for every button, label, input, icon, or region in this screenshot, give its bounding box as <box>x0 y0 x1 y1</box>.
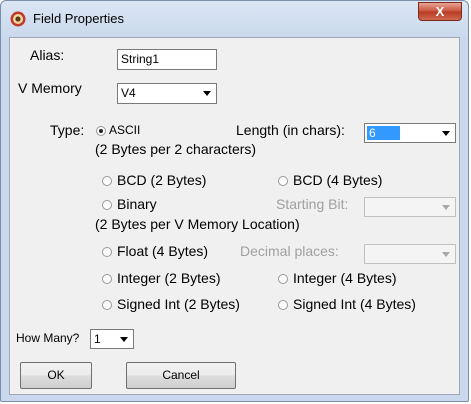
radio-ascii-label: ASCII <box>109 123 141 137</box>
radio-sint2[interactable] <box>102 300 112 310</box>
length-value: 6 <box>367 126 400 140</box>
alias-input[interactable]: String1 <box>117 49 217 70</box>
radio-int4-label: Integer (4 Bytes) <box>293 270 397 286</box>
app-icon <box>10 11 26 27</box>
chevron-down-icon[interactable] <box>437 198 455 216</box>
how-many-value: 1 <box>94 332 101 346</box>
window-title: Field Properties <box>33 11 125 26</box>
starting-bit-label: Starting Bit: <box>276 196 349 212</box>
decimal-places-select[interactable] <box>364 244 456 264</box>
title-bar[interactable]: Field Properties X <box>1 1 468 37</box>
alias-label: Alias: <box>30 47 65 63</box>
radio-sint2-label: Signed Int (2 Bytes) <box>117 296 240 312</box>
decimal-places-label: Decimal places: <box>240 243 339 259</box>
starting-bit-select[interactable] <box>364 197 456 217</box>
radio-bcd2[interactable] <box>102 176 112 186</box>
chevron-down-icon[interactable] <box>198 84 216 103</box>
vmemory-value: V4 <box>121 86 136 100</box>
binary-description: (2 Bytes per V Memory Location) <box>95 216 300 232</box>
how-many-label: How Many? <box>16 331 80 345</box>
radio-float4-label: Float (4 Bytes) <box>117 243 209 259</box>
ascii-description: (2 Bytes per 2 characters) <box>95 141 257 157</box>
chevron-down-icon[interactable] <box>437 245 455 263</box>
radio-int2[interactable] <box>102 274 112 284</box>
dialog-client: Alias: String1 V Memory V4 Type: ASCII (… <box>9 37 460 395</box>
vmemory-select[interactable]: V4 <box>117 83 217 104</box>
radio-bcd2-label: BCD (2 Bytes) <box>117 172 207 188</box>
length-select[interactable]: 6 <box>364 123 456 143</box>
how-many-select[interactable]: 1 <box>90 329 134 349</box>
dialog-window: Field Properties X Alias: String1 V Memo… <box>0 0 469 402</box>
type-label: Type: <box>50 122 85 138</box>
ok-button[interactable]: OK <box>20 362 92 389</box>
close-button[interactable]: X <box>418 2 462 21</box>
chevron-down-icon[interactable] <box>437 124 455 142</box>
chevron-down-icon[interactable] <box>115 330 133 348</box>
radio-sint4[interactable] <box>278 300 288 310</box>
radio-ascii[interactable] <box>96 126 106 136</box>
radio-float4[interactable] <box>102 247 112 257</box>
radio-binary[interactable] <box>102 200 112 210</box>
radio-binary-label: Binary <box>117 196 157 212</box>
radio-sint4-label: Signed Int (4 Bytes) <box>293 296 416 312</box>
radio-bcd4[interactable] <box>278 176 288 186</box>
vmemory-label: V Memory <box>18 80 82 96</box>
radio-int2-label: Integer (2 Bytes) <box>117 270 221 286</box>
close-icon: X <box>435 4 445 19</box>
cancel-button[interactable]: Cancel <box>126 362 236 389</box>
radio-bcd4-label: BCD (4 Bytes) <box>293 172 383 188</box>
length-label: Length (in chars): <box>236 122 345 138</box>
radio-int4[interactable] <box>278 274 288 284</box>
